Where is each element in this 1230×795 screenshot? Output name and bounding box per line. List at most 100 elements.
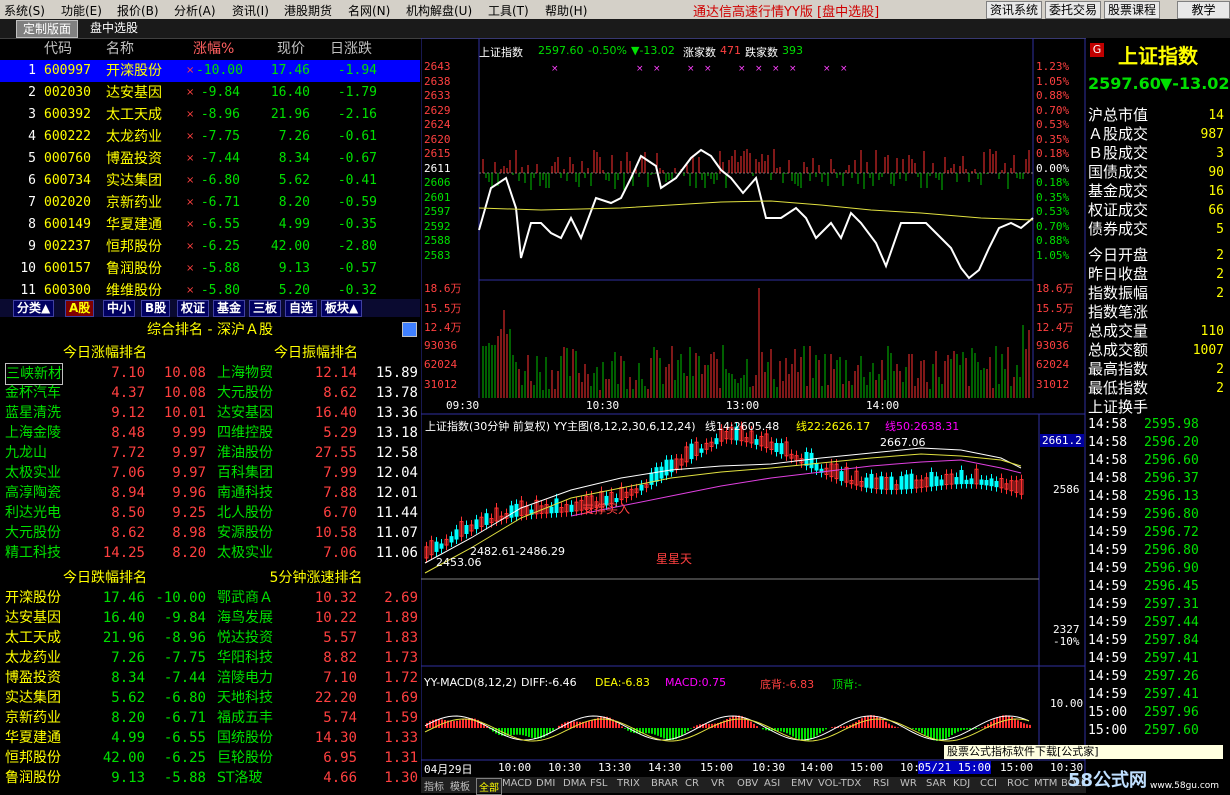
category-tab[interactable]: 板块▲ [321, 300, 363, 317]
amp-rank-name[interactable]: 安源股份 [217, 523, 273, 543]
indicator-tab[interactable]: CR [685, 778, 699, 789]
menu-help[interactable]: 帮助(H) [545, 2, 587, 19]
indicator-tab[interactable]: OBV [737, 778, 758, 789]
gain-rank-name[interactable]: 九龙山 [5, 443, 47, 463]
stock-row[interactable]: 5 000760 博盈投资 × -7.44 8.34 -0.67 [0, 148, 420, 170]
loss-rank-name[interactable]: 恒邦股份 [5, 748, 61, 768]
amp-rank-name[interactable]: 淮油股份 [217, 443, 273, 463]
menu-function[interactable]: 功能(E) [61, 2, 102, 19]
stock-row[interactable]: 3 600392 太工天成 × -8.96 21.96 -2.16 [0, 104, 420, 126]
indicator-tab[interactable]: EMV [791, 778, 813, 789]
amp-rank-name[interactable]: 上海物贸 [217, 363, 273, 383]
category-tab[interactable]: 权证 [177, 300, 210, 317]
col-price[interactable]: 现价 [277, 38, 305, 60]
indicator-tab[interactable]: ASI [764, 778, 780, 789]
amp-rank-name[interactable]: 北人股份 [217, 503, 273, 523]
gain-rank-name[interactable]: 大元股份 [5, 523, 61, 543]
indicator-tab[interactable]: 指标 [424, 778, 444, 793]
loss-rank-name[interactable]: 实达集团 [5, 688, 61, 708]
info-system-button[interactable]: 资讯系统 [986, 1, 1043, 19]
stock-row[interactable]: 9 002237 恒邦股份 × -6.25 42.00 -2.80 [0, 236, 420, 258]
col-pct[interactable]: 涨幅% [193, 38, 234, 60]
speed-rank-name[interactable]: ST洛玻 [217, 768, 262, 788]
indicator-tab[interactable]: DMA [563, 778, 586, 789]
loss-rank-name[interactable]: 华夏建通 [5, 728, 61, 748]
category-tab[interactable]: 自选 [285, 300, 318, 317]
stock-row[interactable]: 8 600149 华夏建通 × -6.55 4.99 -0.35 [0, 214, 420, 236]
speed-rank-name[interactable]: 福成五丰 [217, 708, 273, 728]
indicator-tab[interactable]: RSI [873, 778, 889, 789]
gain-rank-name[interactable]: 高淳陶瓷 [5, 483, 61, 503]
loss-rank-name[interactable]: 开滦股份 [5, 588, 61, 608]
indicator-tab[interactable]: 模板 [450, 778, 470, 793]
menu-system[interactable]: 系统(S) [4, 2, 45, 19]
menu-info[interactable]: 资讯(I) [232, 2, 269, 19]
category-tab[interactable]: B股 [141, 300, 171, 317]
loss-rank-name[interactable]: 太工天成 [5, 628, 61, 648]
gain-rank-name[interactable]: 三峡新材 [5, 363, 63, 385]
category-tab[interactable]: 分类▲ [13, 300, 55, 317]
tab-custom-layout[interactable]: 定制版面 [16, 20, 79, 38]
gain-rank-name[interactable]: 蓝星清洗 [5, 403, 61, 423]
menu-analysis[interactable]: 分析(A) [174, 2, 216, 19]
gain-rank-name[interactable]: 精工科技 [5, 543, 61, 563]
indicator-tab[interactable]: KDJ [953, 778, 970, 789]
gain-rank-name[interactable]: 金杯汽车 [5, 383, 61, 403]
speed-rank-name[interactable]: 天地科技 [217, 688, 273, 708]
gain-rank-name[interactable]: 太极实业 [5, 463, 61, 483]
speed-rank-name[interactable]: 巨轮股份 [217, 748, 273, 768]
indicator-tab[interactable]: 全部 [476, 778, 502, 795]
menu-institution[interactable]: 机构解盘(U) [406, 2, 472, 19]
amp-rank-name[interactable]: 百科集团 [217, 463, 273, 483]
menu-web[interactable]: 名网(N) [348, 2, 390, 19]
indicator-tab[interactable]: TRIX [617, 778, 640, 789]
menu-quote[interactable]: 报价(B) [117, 2, 159, 19]
stock-row[interactable]: 10 600157 鲁润股份 × -5.88 9.13 -0.57 [0, 258, 420, 280]
loss-rank-name[interactable]: 鲁润股份 [5, 768, 61, 788]
speed-rank-name[interactable]: 海鸟发展 [217, 608, 273, 628]
stock-row[interactable]: 4 600222 太龙药业 × -7.75 7.26 -0.61 [0, 126, 420, 148]
tab-intraday-pick[interactable]: 盘中选股 [84, 20, 144, 36]
settings-icon[interactable] [402, 322, 417, 337]
indicator-tab[interactable]: DMI [536, 778, 555, 789]
category-tab[interactable]: 基金 [213, 300, 246, 317]
speed-rank-name[interactable]: 悦达投资 [217, 628, 273, 648]
stock-row[interactable]: 7 002020 京新药业 × -6.71 8.20 -0.59 [0, 192, 420, 214]
indicator-tab[interactable]: VOL-TDX [818, 778, 861, 789]
indicator-tab[interactable]: MTM [1034, 778, 1057, 789]
stock-row[interactable]: 6 600734 实达集团 × -6.80 5.62 -0.41 [0, 170, 420, 192]
amp-rank-name[interactable]: 达安基因 [217, 403, 273, 423]
stock-row[interactable]: 1 600997 开滦股份 × -10.00 17.46 -1.94 [0, 60, 420, 82]
indicator-tab[interactable]: CCI [980, 778, 997, 789]
course-button[interactable]: 股票课程 [1104, 1, 1161, 19]
col-code[interactable]: 代码 [44, 38, 72, 60]
indicator-tab[interactable]: VR [711, 778, 725, 789]
amp-rank-name[interactable]: 四维控股 [217, 423, 273, 443]
speed-rank-name[interactable]: 涪陵电力 [217, 668, 273, 688]
gain-rank-name[interactable]: 利达光电 [5, 503, 61, 523]
loss-rank-name[interactable]: 京新药业 [5, 708, 61, 728]
menu-hk-futures[interactable]: 港股期货 [284, 2, 332, 19]
col-chg[interactable]: 日涨跌 [330, 38, 372, 60]
gain-rank-name[interactable]: 上海金陵 [5, 423, 61, 443]
indicator-tab[interactable]: FSL [590, 778, 608, 789]
indicator-tab[interactable]: SAR [926, 778, 946, 789]
amp-rank-name[interactable]: 大元股份 [217, 383, 273, 403]
stock-row[interactable]: 2 002030 达安基因 × -9.84 16.40 -1.79 [0, 82, 420, 104]
loss-rank-name[interactable]: 达安基因 [5, 608, 61, 628]
category-tab[interactable]: 三板 [249, 300, 282, 317]
speed-rank-name[interactable]: 国统股份 [217, 728, 273, 748]
category-tab[interactable]: A股 [65, 300, 95, 317]
indicator-tab[interactable]: WR [900, 778, 917, 789]
trade-button[interactable]: 委托交易 [1045, 1, 1102, 19]
speed-rank-name[interactable]: 华阳科技 [217, 648, 273, 668]
teach-button[interactable]: 教学 [1177, 1, 1230, 19]
col-name[interactable]: 名称 [106, 38, 134, 60]
speed-rank-name[interactable]: 鄂武商Ａ [217, 588, 273, 608]
promo-banner[interactable]: 股票公式指标软件下载[公式家] [944, 745, 1223, 759]
loss-rank-name[interactable]: 博盈投资 [5, 668, 61, 688]
amp-rank-name[interactable]: 太极实业 [217, 543, 273, 563]
menu-tools[interactable]: 工具(T) [488, 2, 529, 19]
indicator-tab[interactable]: BRAR [651, 778, 678, 789]
indicator-tab[interactable]: MACD [502, 778, 532, 789]
